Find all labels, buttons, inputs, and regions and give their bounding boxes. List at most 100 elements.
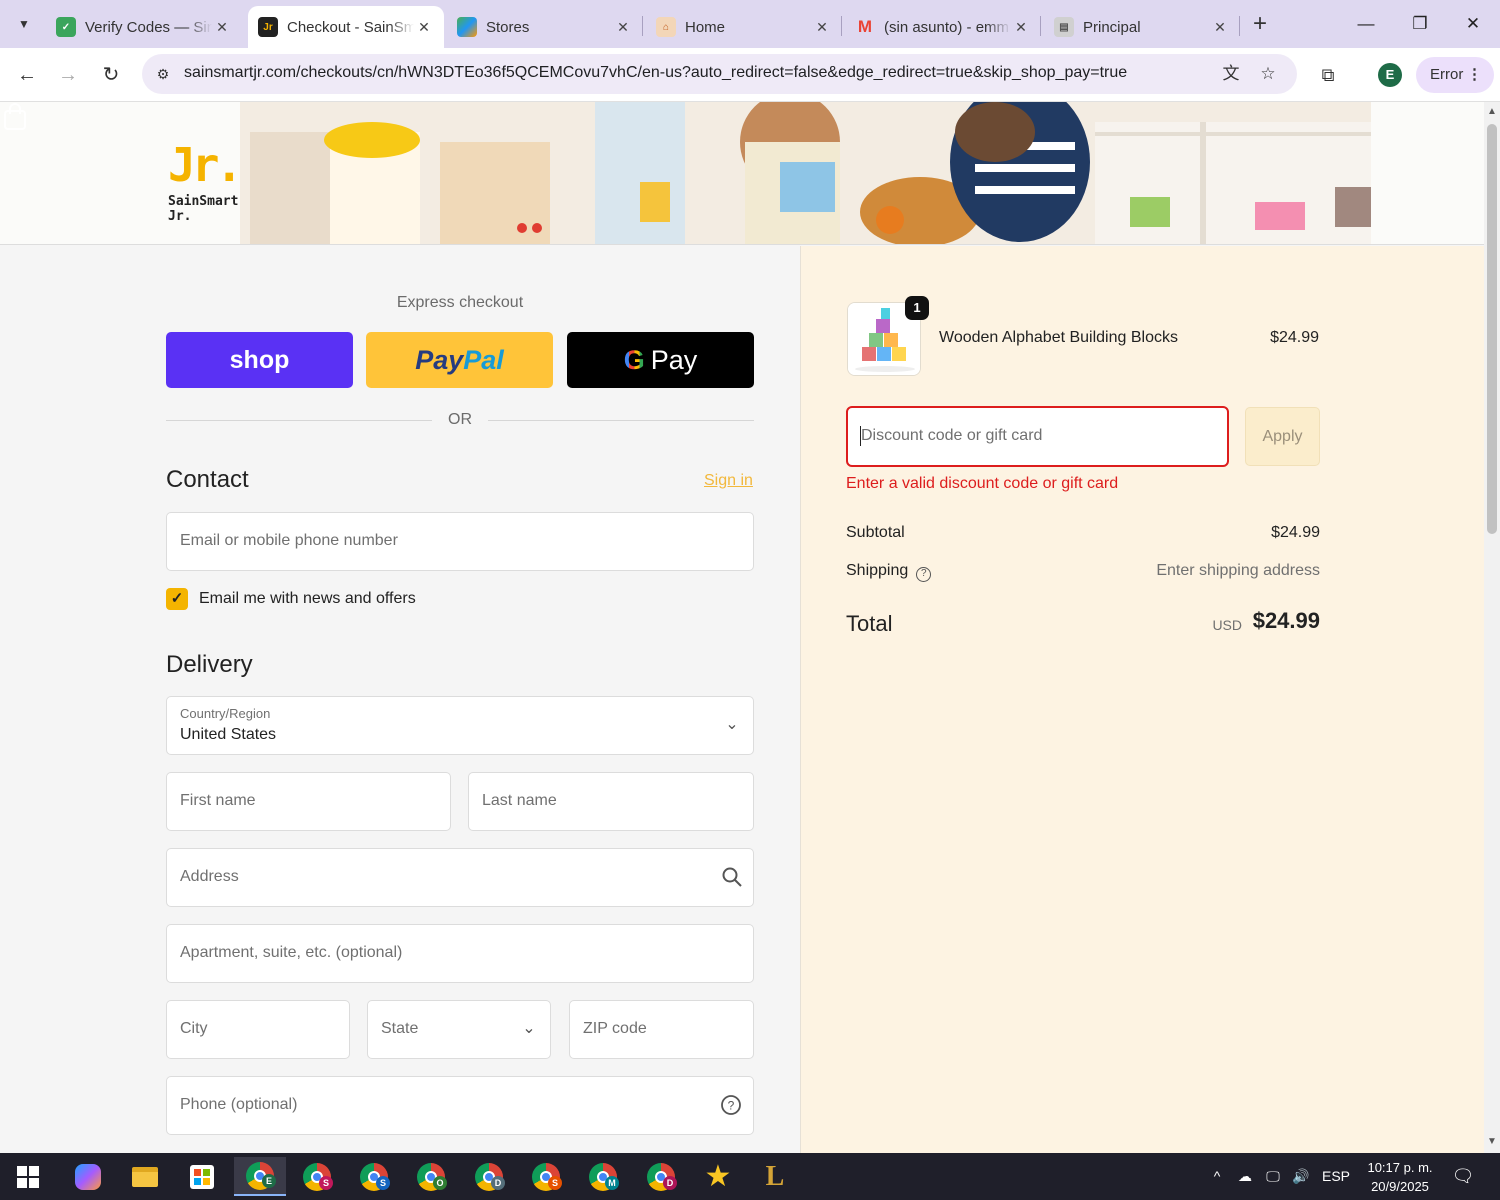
shop-pay-button[interactable]: shop xyxy=(166,332,353,388)
taskbar-clock[interactable]: 10:17 p. m. 20/9/2025 xyxy=(1358,1158,1442,1196)
extensions-icon[interactable]: ⧉ xyxy=(1314,61,1342,89)
url-text[interactable]: sainsmartjr.com/checkouts/cn/hWN3DTEo36f… xyxy=(184,64,1127,82)
shopping-bag-icon[interactable] xyxy=(0,102,30,132)
phone-field[interactable]: Phone (optional) ? xyxy=(166,1076,754,1135)
file-explorer-icon[interactable] xyxy=(119,1157,171,1196)
total-row: Total USD $24.99 xyxy=(846,608,1320,638)
google-pay-button[interactable]: G Pay xyxy=(567,332,754,388)
language-indicator[interactable]: ESP xyxy=(1318,1153,1354,1200)
show-hidden-icons-icon[interactable]: ^ xyxy=(1206,1153,1228,1200)
chrome-profile-s3-icon[interactable]: S xyxy=(520,1157,572,1196)
chevron-down-icon: ⌄ xyxy=(725,716,739,733)
windows-start-icon[interactable] xyxy=(2,1157,54,1196)
tab-verify-codes[interactable]: ✓ Verify Codes — Sin ✕ xyxy=(46,6,242,48)
chrome-profile-e-icon[interactable]: E xyxy=(234,1157,286,1196)
notifications-icon[interactable]: 🗨 xyxy=(1450,1153,1476,1200)
newsletter-checkbox-row[interactable]: ✓ Email me with news and offers xyxy=(166,588,416,610)
onedrive-cloud-icon[interactable]: ☁ xyxy=(1234,1153,1256,1200)
home-favicon: ⌂ xyxy=(656,17,676,37)
tab-title: (sin asunto) - emm xyxy=(884,18,1010,36)
forward-icon[interactable]: → xyxy=(53,60,83,90)
shipping-help-icon[interactable]: ? xyxy=(916,567,932,582)
text-cursor xyxy=(860,426,861,446)
translate-icon[interactable]: 文 xyxy=(1219,62,1243,86)
close-icon[interactable]: ✕ xyxy=(212,19,232,36)
apply-button[interactable]: Apply xyxy=(1245,407,1320,466)
bookmark-star-icon[interactable]: ☆ xyxy=(1256,62,1280,86)
tab-title: Principal xyxy=(1083,18,1141,36)
store-logo[interactable]: Jr. SainSmart Jr. xyxy=(168,142,268,224)
search-icon[interactable] xyxy=(721,866,743,888)
network-icon[interactable]: 🖵 xyxy=(1262,1153,1284,1200)
first-name-field[interactable]: First name xyxy=(166,772,451,831)
scroll-down-arrow-icon[interactable]: ▼ xyxy=(1487,1136,1497,1147)
email-field[interactable]: Email or mobile phone number xyxy=(166,512,754,571)
tab-principal[interactable]: ▤ Principal ✕ xyxy=(1044,6,1240,48)
new-tab-button[interactable]: + xyxy=(1247,12,1273,38)
minimize-icon[interactable]: — xyxy=(1351,10,1381,38)
window-close-icon[interactable]: ✕ xyxy=(1458,10,1488,38)
discount-placeholder: Discount code or gift card xyxy=(861,427,1043,444)
copilot-icon[interactable] xyxy=(62,1157,114,1196)
country-select[interactable]: Country/Region United States ⌄ xyxy=(166,696,754,755)
chrome-profile-m-icon[interactable]: M xyxy=(577,1157,629,1196)
discount-code-input[interactable]: Discount code or gift card xyxy=(846,406,1229,467)
browser-toolbar: ← → ↻ ⚙ sainsmartjr.com/checkouts/cn/hWN… xyxy=(0,48,1500,102)
paypal-label-part1: Pay xyxy=(415,344,464,375)
close-icon[interactable]: ✕ xyxy=(1011,19,1031,36)
paypal-button[interactable]: Pay Pal xyxy=(366,332,553,388)
total-currency: USD xyxy=(1212,617,1242,633)
restore-icon[interactable]: ❐ xyxy=(1405,10,1435,38)
city-field[interactable]: City xyxy=(166,1000,350,1059)
chrome-profile-s-icon[interactable]: S xyxy=(291,1157,343,1196)
store-app-icon[interactable] xyxy=(176,1157,228,1196)
tab-gmail[interactable]: M (sin asunto) - emm ✕ xyxy=(845,6,1041,48)
zip-field[interactable]: ZIP code xyxy=(569,1000,754,1059)
tab-title: Stores xyxy=(486,18,530,36)
chrome-profile-d-icon[interactable]: D xyxy=(463,1157,515,1196)
apartment-field[interactable]: Apartment, suite, etc. (optional) xyxy=(166,924,754,983)
express-checkout-title: Express checkout xyxy=(396,294,524,311)
chrome-profile-s2-icon[interactable]: S xyxy=(348,1157,400,1196)
tab-home[interactable]: ⌂ Home ✕ xyxy=(646,6,842,48)
last-name-field[interactable]: Last name xyxy=(468,772,754,831)
reload-icon[interactable]: ↻ xyxy=(96,60,126,90)
tab-title: Verify Codes — Sin xyxy=(85,18,212,36)
site-info-icon[interactable]: ⚙ xyxy=(150,61,176,87)
header-banner: Jr. SainSmart Jr. xyxy=(0,102,1484,245)
address-field[interactable]: Address xyxy=(166,848,754,907)
sign-in-link[interactable]: Sign in xyxy=(704,472,753,490)
back-icon[interactable]: ← xyxy=(12,60,42,90)
more-menu-icon[interactable]: ⋮ xyxy=(1467,57,1482,93)
scrollbar-thumb[interactable] xyxy=(1487,124,1497,534)
shipping-value: Enter shipping address xyxy=(1156,562,1320,579)
profile-avatar[interactable]: E xyxy=(1378,63,1402,87)
star-app-icon[interactable]: ★ xyxy=(692,1157,744,1196)
newsletter-checkbox[interactable]: ✓ xyxy=(166,588,188,610)
tab-checkout[interactable]: Jr Checkout - SainSm ✕ xyxy=(248,6,444,48)
shipping-row: Shipping? Enter shipping address xyxy=(846,562,1320,582)
state-select[interactable]: State ⌄ xyxy=(367,1000,551,1059)
close-icon[interactable]: ✕ xyxy=(812,19,832,36)
page-scrollbar[interactable]: ▲ ▼ xyxy=(1484,102,1500,1153)
league-app-icon[interactable]: L xyxy=(749,1157,801,1196)
chrome-profile-d2-icon[interactable]: D xyxy=(635,1157,687,1196)
browser-tab-strip: ▼ ✓ Verify Codes — Sin ✕ Jr Checkout - S… xyxy=(0,0,1500,48)
checkout-form-column: Express checkout shop Pay Pal G Pay OR Co… xyxy=(0,246,800,1153)
volume-icon[interactable]: 🔊 xyxy=(1290,1153,1312,1200)
help-icon[interactable]: ? xyxy=(720,1094,742,1116)
scroll-up-arrow-icon[interactable]: ▲ xyxy=(1487,106,1497,117)
chevron-down-icon: ⌄ xyxy=(522,1020,536,1037)
checkout-page: Jr. SainSmart Jr. Express checkout shop … xyxy=(0,102,1484,1153)
chrome-profile-o-icon[interactable]: O xyxy=(405,1157,457,1196)
gmail-icon: M xyxy=(857,17,873,36)
verify-favicon: ✓ xyxy=(56,17,76,37)
tab-search-icon[interactable]: ▼ xyxy=(10,10,38,38)
address-bar[interactable]: ⚙ sainsmartjr.com/checkouts/cn/hWN3DTEo3… xyxy=(142,54,1297,94)
principal-favicon: ▤ xyxy=(1054,17,1074,37)
close-icon[interactable]: ✕ xyxy=(613,19,633,36)
close-icon[interactable]: ✕ xyxy=(414,19,434,36)
close-icon[interactable]: ✕ xyxy=(1210,19,1230,36)
tab-stores[interactable]: Stores ✕ xyxy=(447,6,643,48)
error-chip-button[interactable]: Error ⋮ xyxy=(1416,57,1494,93)
